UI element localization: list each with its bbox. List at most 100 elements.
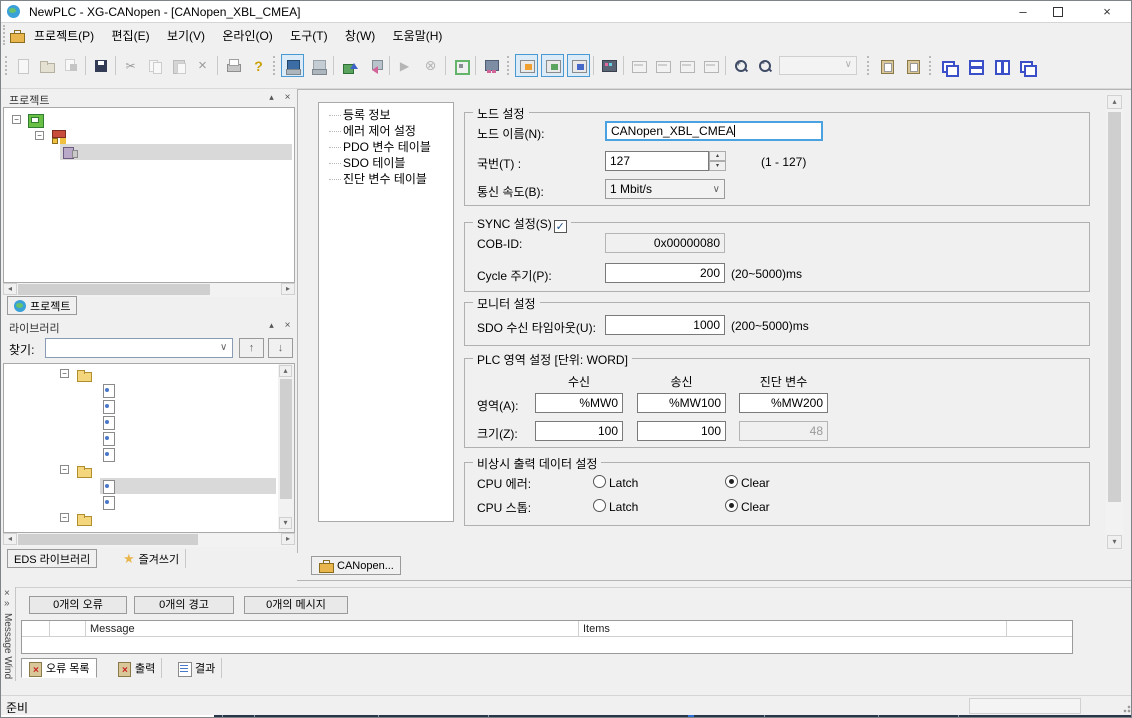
- tree-row-eds[interactable]: IG7 CANopen (LS_IG7_CANO: [4, 382, 276, 398]
- nav-item-sdo-table[interactable]: SDO 테이블: [343, 155, 405, 171]
- zoom-out-button[interactable]: −: [753, 54, 776, 77]
- col-blank-2[interactable]: [50, 621, 86, 637]
- tree-row-eds[interactable]: S100 CANopen (ls_s100_CAN: [4, 414, 276, 430]
- tree-row-folder[interactable]: − Unknown(0): [4, 462, 276, 478]
- menu-project[interactable]: 프로젝트(P): [27, 23, 101, 47]
- size-rx-input[interactable]: 100: [535, 421, 623, 441]
- save-project-button[interactable]: [59, 54, 82, 77]
- cpu-error-clear-radio[interactable]: [725, 475, 738, 488]
- tree-row-eds[interactable]: SV-iP5A CANopen (LS_IP5A: [4, 446, 276, 462]
- write-button[interactable]: [337, 54, 360, 77]
- tree-row-canopen-network[interactable]: − CANopen Network(XGB-XECU): [4, 128, 292, 144]
- scroll-thumb[interactable]: [18, 534, 198, 545]
- cascade-windows-button[interactable]: [937, 54, 960, 77]
- spin-up-icon[interactable]: ▴: [709, 151, 726, 161]
- toolbar-grip-5[interactable]: [929, 56, 932, 75]
- cpu-error-latch-radio[interactable]: [593, 475, 606, 488]
- scroll-right-icon[interactable]: ▸: [281, 283, 295, 295]
- cpu-stop-latch-radio[interactable]: [593, 499, 606, 512]
- speed-select[interactable]: 1 Mbit/s∨: [605, 179, 725, 199]
- tree-row-eds[interactable]: XPO-COEA (XPO-COEA.e...: [4, 494, 276, 510]
- col-items-header[interactable]: Items: [579, 621, 1007, 637]
- tree-row-folder[interactable]: − Unknown(301): [4, 510, 276, 526]
- library-tree-vscrollbar[interactable]: ▴ ▾: [278, 364, 294, 532]
- help-button[interactable]: ?: [247, 54, 270, 77]
- tree-row-eds[interactable]: IS7 CANopen (LS_IS7_CANO: [4, 398, 276, 414]
- zoom-in-button[interactable]: +: [729, 54, 752, 77]
- node-name-input[interactable]: CANopen_XBL_CMEA: [605, 121, 823, 141]
- resize-grip[interactable]: [1121, 703, 1131, 713]
- sync-checkbox[interactable]: ✓: [554, 220, 567, 233]
- tab-output[interactable]: 출력: [111, 658, 162, 678]
- scroll-down-icon[interactable]: ▾: [279, 517, 292, 529]
- scroll-up-icon[interactable]: ▴: [279, 365, 292, 377]
- run-button[interactable]: ▶: [393, 54, 416, 77]
- toolbar-grip-2[interactable]: [273, 56, 276, 75]
- nav-item-error-control[interactable]: 에러 제어 설정: [343, 123, 416, 139]
- zoom-level-select[interactable]: ∨: [779, 56, 857, 75]
- cut-button[interactable]: ✂: [119, 54, 142, 77]
- scroll-up-icon[interactable]: ▴: [1107, 95, 1122, 109]
- station-input[interactable]: 127: [605, 151, 709, 171]
- toolbar-grip-3[interactable]: [507, 56, 510, 75]
- col-blank-3[interactable]: [1007, 621, 1071, 637]
- search-input[interactable]: [48, 340, 212, 356]
- menu-edit[interactable]: 편집(E): [105, 23, 157, 47]
- expand-message-window-icon[interactable]: »: [4, 598, 10, 609]
- sdo-timeout-input[interactable]: 1000: [605, 315, 725, 335]
- scroll-down-icon[interactable]: ▾: [1107, 535, 1122, 549]
- tree-row-eds[interactable]: SV-iG5A CANopen (LS_IG5A: [4, 430, 276, 446]
- paste-button[interactable]: [167, 54, 190, 77]
- copy-button[interactable]: [143, 54, 166, 77]
- eds-register-button[interactable]: [875, 54, 898, 77]
- scroll-thumb[interactable]: [18, 284, 210, 295]
- find-down-button[interactable]: ↓: [268, 338, 293, 358]
- menu-online[interactable]: 온라인(O): [215, 23, 279, 47]
- col-message-header[interactable]: Message: [86, 621, 579, 637]
- minimize-button[interactable]: –: [1005, 1, 1041, 23]
- open-button[interactable]: [35, 54, 58, 77]
- eds-edit-button[interactable]: [901, 54, 924, 77]
- collapse-node-icon[interactable]: −: [60, 369, 69, 378]
- messages-count-button[interactable]: 0개의 메시지: [244, 596, 348, 614]
- delete-button[interactable]: ×: [191, 54, 214, 77]
- menu-help[interactable]: 도움말(H): [386, 23, 450, 47]
- errors-count-button[interactable]: 0개의 오류: [29, 596, 127, 614]
- close-all-windows-button[interactable]: [1015, 54, 1038, 77]
- cpu-stop-clear-radio[interactable]: [725, 499, 738, 512]
- nav-item-registration[interactable]: 등록 정보: [343, 107, 391, 123]
- library-tree-hscrollbar[interactable]: ◂ ▸: [3, 533, 295, 547]
- station-stepper[interactable]: ▴ ▾: [709, 151, 726, 171]
- tab-project[interactable]: 프로젝트: [7, 296, 77, 315]
- area-diag-input[interactable]: %MW200: [739, 393, 828, 413]
- tab-canopen-document[interactable]: CANopen...: [311, 556, 401, 575]
- print-button[interactable]: [221, 54, 244, 77]
- tab-result[interactable]: 결과: [171, 658, 222, 678]
- close-panel-icon[interactable]: ×: [281, 92, 294, 103]
- stop-button[interactable]: ⊗: [419, 54, 442, 77]
- safety-mode-button[interactable]: [449, 54, 472, 77]
- read-button[interactable]: [363, 54, 386, 77]
- collapse-node-icon[interactable]: −: [60, 465, 69, 474]
- toolbar-grip-4[interactable]: [867, 56, 870, 75]
- nav-item-pdo-table[interactable]: PDO 변수 테이블: [343, 139, 431, 155]
- area-tx-input[interactable]: %MW100: [637, 393, 726, 413]
- tree-row-folder[interactable]: − Drives and motion control: [4, 366, 276, 382]
- collapse-panel-icon[interactable]: ▴: [265, 92, 278, 103]
- collapse-node-icon[interactable]: −: [12, 115, 21, 124]
- toolbar-grip[interactable]: [5, 56, 8, 75]
- trend-monitor-button[interactable]: [699, 54, 722, 77]
- menubar-grip[interactable]: [3, 25, 6, 45]
- tree-row-canopen-module[interactable]: CANopen_XBL_CMEA(B00,S02: XBL-: [60, 144, 292, 160]
- system-monitor-button[interactable]: [675, 54, 698, 77]
- scroll-left-icon[interactable]: ◂: [3, 283, 17, 295]
- close-panel-icon[interactable]: ×: [281, 320, 294, 331]
- tab-favorites[interactable]: ★ 즐겨쓰기: [117, 549, 186, 568]
- special-module-button[interactable]: [479, 54, 502, 77]
- warnings-count-button[interactable]: 0개의 경고: [134, 596, 234, 614]
- message-window-toggle[interactable]: [541, 54, 564, 77]
- editor-vscrollbar[interactable]: ▴ ▾: [1106, 94, 1123, 550]
- scroll-thumb[interactable]: [280, 379, 292, 499]
- variable-monitor-button[interactable]: [627, 54, 650, 77]
- find-combobox[interactable]: ∨: [45, 338, 233, 358]
